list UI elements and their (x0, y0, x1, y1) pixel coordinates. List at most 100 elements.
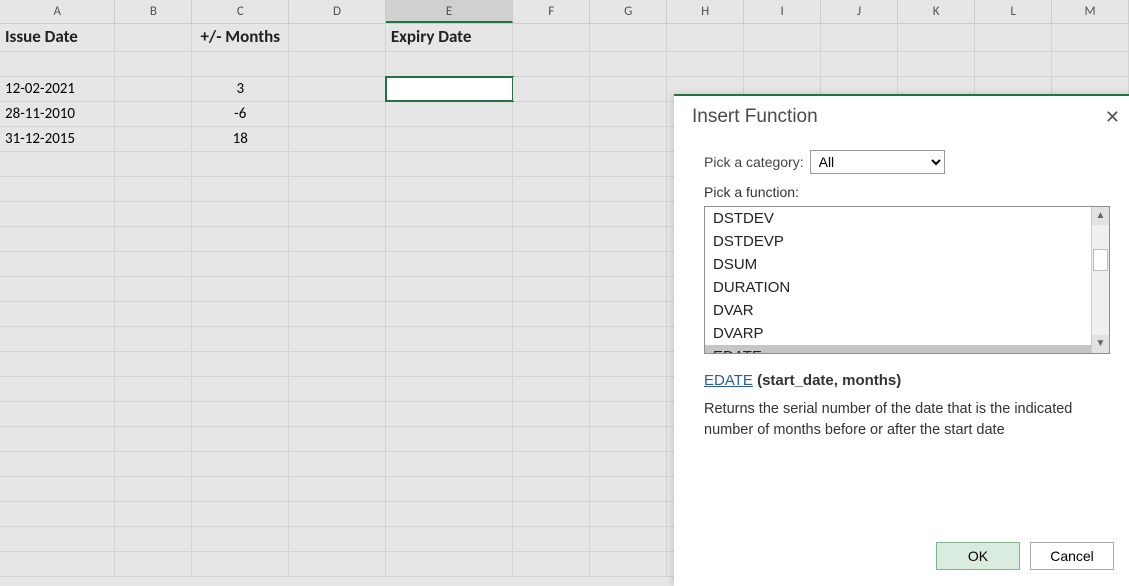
cell-G18[interactable] (590, 427, 667, 451)
cell-C5[interactable]: -6 (192, 102, 289, 126)
cell-F6[interactable] (513, 127, 590, 151)
cell-E17[interactable] (386, 402, 513, 426)
cell-J3[interactable] (821, 52, 898, 76)
cell-B6[interactable] (115, 127, 192, 151)
cell-F19[interactable] (513, 452, 590, 476)
cancel-button[interactable]: Cancel (1030, 542, 1114, 570)
cell-A2[interactable]: Issue Date (0, 24, 115, 51)
cell-B16[interactable] (115, 377, 192, 401)
cell-F14[interactable] (513, 327, 590, 351)
cell-C13[interactable] (192, 302, 289, 326)
col-header-G[interactable]: G (590, 0, 667, 23)
cell-A5[interactable]: 28-11-2010 (0, 102, 115, 126)
cell-D11[interactable] (289, 252, 386, 276)
cell-F22[interactable] (513, 527, 590, 551)
col-header-H[interactable]: H (667, 0, 744, 23)
cell-D21[interactable] (289, 502, 386, 526)
cell-E4-selected[interactable] (386, 77, 513, 101)
cell-B15[interactable] (115, 352, 192, 376)
cell-F23[interactable] (513, 552, 590, 576)
cell-F8[interactable] (513, 177, 590, 201)
cell-D19[interactable] (289, 452, 386, 476)
cell-B21[interactable] (115, 502, 192, 526)
cell-A19[interactable] (0, 452, 115, 476)
cell-B22[interactable] (115, 527, 192, 551)
cell-G2[interactable] (590, 24, 667, 51)
cell-E15[interactable] (386, 352, 513, 376)
cell-C16[interactable] (192, 377, 289, 401)
col-header-F[interactable]: F (513, 0, 590, 23)
cell-G17[interactable] (590, 402, 667, 426)
cell-A6[interactable]: 31-12-2015 (0, 127, 115, 151)
cell-G6[interactable] (590, 127, 667, 151)
cell-F17[interactable] (513, 402, 590, 426)
cell-A18[interactable] (0, 427, 115, 451)
col-header-L[interactable]: L (975, 0, 1052, 23)
cell-C20[interactable] (192, 477, 289, 501)
function-item[interactable]: DSTDEV (705, 207, 1109, 230)
cell-M2[interactable] (1052, 24, 1129, 51)
col-header-A[interactable]: A (0, 0, 115, 23)
cell-I2[interactable] (744, 24, 821, 51)
scroll-down-icon[interactable]: ▼ (1092, 335, 1109, 353)
cell-C12[interactable] (192, 277, 289, 301)
cell-F11[interactable] (513, 252, 590, 276)
cell-E18[interactable] (386, 427, 513, 451)
cell-F3[interactable] (513, 52, 590, 76)
cell-G3[interactable] (590, 52, 667, 76)
cell-E8[interactable] (386, 177, 513, 201)
cell-B8[interactable] (115, 177, 192, 201)
cell-K2[interactable] (898, 24, 975, 51)
cell-E13[interactable] (386, 302, 513, 326)
cell-E3[interactable] (386, 52, 513, 76)
cell-F13[interactable] (513, 302, 590, 326)
cell-B23[interactable] (115, 552, 192, 576)
cell-E19[interactable] (386, 452, 513, 476)
cell-D9[interactable] (289, 202, 386, 226)
cell-D14[interactable] (289, 327, 386, 351)
cell-A8[interactable] (0, 177, 115, 201)
cell-E11[interactable] (386, 252, 513, 276)
cell-G4[interactable] (590, 77, 667, 101)
cell-M3[interactable] (1052, 52, 1129, 76)
cell-D6[interactable] (289, 127, 386, 151)
cell-E7[interactable] (386, 152, 513, 176)
cell-E5[interactable] (386, 102, 513, 126)
cell-F18[interactable] (513, 427, 590, 451)
cell-F7[interactable] (513, 152, 590, 176)
listbox-scrollbar[interactable]: ▲ ▼ (1091, 207, 1109, 353)
cell-G5[interactable] (590, 102, 667, 126)
cell-L2[interactable] (975, 24, 1052, 51)
cell-D10[interactable] (289, 227, 386, 251)
cell-B10[interactable] (115, 227, 192, 251)
cell-B19[interactable] (115, 452, 192, 476)
cell-F16[interactable] (513, 377, 590, 401)
cell-G15[interactable] (590, 352, 667, 376)
cell-D5[interactable] (289, 102, 386, 126)
cell-F20[interactable] (513, 477, 590, 501)
cell-B4[interactable] (115, 77, 192, 101)
cell-E2[interactable]: Expiry Date (386, 24, 513, 51)
cell-K3[interactable] (898, 52, 975, 76)
cell-C23[interactable] (192, 552, 289, 576)
col-header-J[interactable]: J (821, 0, 898, 23)
close-icon[interactable]: ✕ (1105, 108, 1120, 126)
function-item[interactable]: DURATION (705, 276, 1109, 299)
function-item[interactable]: DVAR (705, 299, 1109, 322)
cell-C15[interactable] (192, 352, 289, 376)
cell-D3[interactable] (289, 52, 386, 76)
function-item[interactable]: DSTDEVP (705, 230, 1109, 253)
cell-D20[interactable] (289, 477, 386, 501)
cell-G14[interactable] (590, 327, 667, 351)
function-listbox[interactable]: DSTDEV DSTDEVP DSUM DURATION DVAR DVARP … (704, 206, 1110, 354)
cell-C19[interactable] (192, 452, 289, 476)
cell-F10[interactable] (513, 227, 590, 251)
col-header-I[interactable]: I (744, 0, 821, 23)
cell-D12[interactable] (289, 277, 386, 301)
cell-C4[interactable]: 3 (192, 77, 289, 101)
cell-B11[interactable] (115, 252, 192, 276)
cell-G13[interactable] (590, 302, 667, 326)
col-header-D[interactable]: D (289, 0, 386, 23)
cell-F4[interactable] (513, 77, 590, 101)
cell-G19[interactable] (590, 452, 667, 476)
